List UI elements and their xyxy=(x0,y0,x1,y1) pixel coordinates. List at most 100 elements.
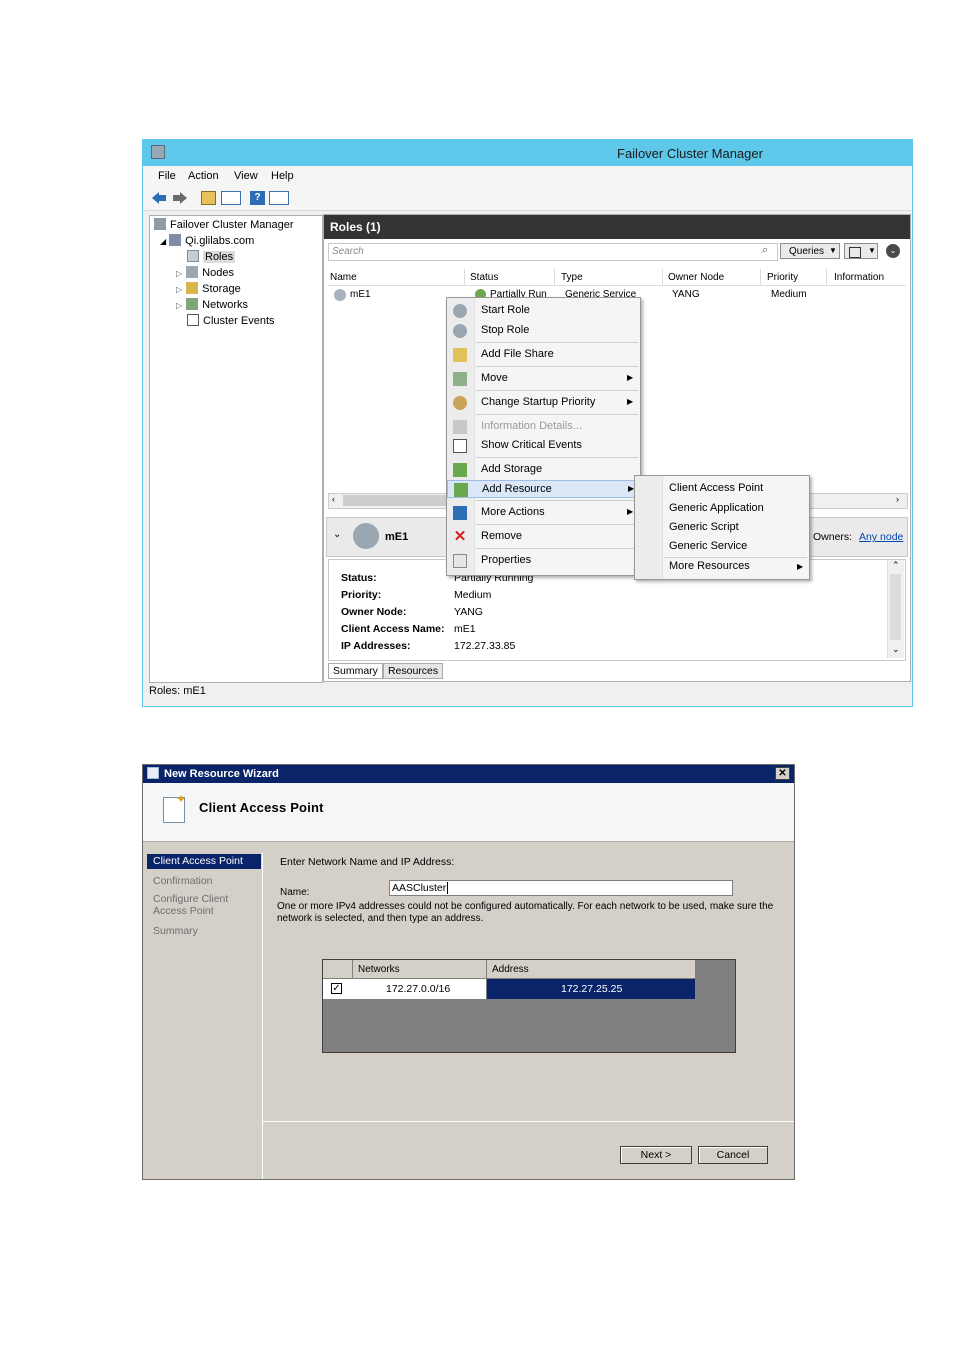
submenu-item-client-access-point[interactable]: Client Access Point xyxy=(669,482,763,494)
scroll-thumb[interactable] xyxy=(343,495,453,506)
column-header-row: Name Status Type Owner Node Priority Inf… xyxy=(328,269,906,286)
queries-button[interactable]: Queries ▼ xyxy=(780,243,840,259)
cancel-button[interactable]: Cancel xyxy=(698,1146,768,1164)
properties-icon xyxy=(453,554,467,568)
events-icon xyxy=(453,439,467,453)
scroll-thumb[interactable] xyxy=(890,574,901,640)
menu-gutter xyxy=(635,476,663,579)
tree-item-roles[interactable]: Roles xyxy=(187,250,236,266)
column-divider xyxy=(760,269,761,285)
menu-item-add-storage[interactable]: Add Storage xyxy=(447,461,640,479)
navigation-tree: Failover Cluster Manager ◢ Qi.glilabs.com… xyxy=(149,215,323,683)
wizard-header: ✦ Client Access Point xyxy=(143,783,794,842)
column-networks[interactable]: Networks xyxy=(358,964,400,975)
tree-cluster[interactable]: ◢ Qi.glilabs.com xyxy=(160,234,254,250)
column-type[interactable]: Type xyxy=(561,272,583,283)
menu-item-start-role[interactable]: Start Role xyxy=(447,302,640,320)
scroll-down-icon[interactable]: ⌄ xyxy=(892,644,900,655)
column-owner-node[interactable]: Owner Node xyxy=(668,272,724,283)
menu-view[interactable]: View xyxy=(234,170,258,182)
search-icon[interactable]: ⌕ xyxy=(761,244,767,257)
show-hide-tree-icon[interactable] xyxy=(221,191,241,205)
menu-file[interactable]: File xyxy=(158,170,176,182)
scroll-up-icon[interactable]: ⌃ xyxy=(892,560,900,571)
close-icon[interactable]: ✕ xyxy=(775,767,790,780)
collapse-chevron-icon[interactable]: ⌄ xyxy=(333,529,341,540)
cell-priority: Medium xyxy=(771,289,807,300)
step-configure-client-access-point[interactable]: Configure Client Access Point xyxy=(153,893,243,917)
scroll-right-icon[interactable]: › xyxy=(896,494,899,504)
submenu-item-generic-service[interactable]: Generic Service xyxy=(669,540,747,552)
submenu-item-more-resources[interactable]: More Resources xyxy=(669,560,750,572)
menu-help[interactable]: Help xyxy=(271,170,294,182)
column-divider xyxy=(352,960,353,978)
menu-item-show-critical-events[interactable]: Show Critical Events xyxy=(447,437,640,455)
collapsed-arrow-icon[interactable]: ▷ xyxy=(176,301,182,310)
forward-arrow-icon[interactable] xyxy=(172,191,188,208)
column-divider xyxy=(662,269,663,285)
column-divider xyxy=(554,269,555,285)
cell-owner-node: YANG xyxy=(672,289,700,300)
save-query-button[interactable]: ▼ xyxy=(844,243,878,259)
submenu-arrow-icon: ▶ xyxy=(627,507,634,516)
network-name-input[interactable]: AASCluster xyxy=(389,880,733,896)
wizard-steps-nav: Client Access Point Confirmation Configu… xyxy=(145,853,263,1179)
menu-item-properties[interactable]: Properties xyxy=(447,552,640,570)
detail-value: Medium xyxy=(454,589,492,601)
step-summary[interactable]: Summary xyxy=(153,925,198,937)
collapsed-arrow-icon[interactable]: ▷ xyxy=(176,285,182,294)
search-input[interactable]: Search ⌕ xyxy=(328,243,778,261)
detail-label: IP Addresses: xyxy=(341,640,411,652)
tree-item-storage[interactable]: ▷ Storage xyxy=(176,282,241,298)
column-name[interactable]: Name xyxy=(330,272,357,283)
menu-item-more-actions[interactable]: More Actions ▶ xyxy=(447,504,640,522)
menu-item-move[interactable]: Move ▶ xyxy=(447,370,640,388)
show-action-pane-icon[interactable] xyxy=(269,191,289,205)
menu-item-change-startup-priority[interactable]: Change Startup Priority ▶ xyxy=(447,394,640,412)
menu-item-stop-role[interactable]: Stop Role xyxy=(447,322,640,340)
add-resource-icon xyxy=(454,483,468,497)
step-client-access-point[interactable]: Client Access Point xyxy=(153,855,243,867)
help-icon[interactable]: ? xyxy=(250,191,265,205)
menu-item-add-file-share[interactable]: Add File Share xyxy=(447,346,640,364)
owners-link[interactable]: Any node xyxy=(859,531,903,543)
collapse-chevron-icon[interactable]: ⌄ xyxy=(886,244,900,258)
column-priority[interactable]: Priority xyxy=(767,272,798,283)
step-confirmation[interactable]: Confirmation xyxy=(153,875,213,887)
tree-item-nodes[interactable]: ▷ Nodes xyxy=(176,266,234,282)
table-row[interactable]: ✓ 172.27.0.0/16 172.27.25.25 xyxy=(323,979,695,999)
tree-item-networks[interactable]: ▷ Networks xyxy=(176,298,248,314)
column-information[interactable]: Information xyxy=(834,272,884,283)
menu-item-add-resource[interactable]: Add Resource ▶ xyxy=(447,480,640,498)
app-icon xyxy=(151,145,165,159)
tab-summary[interactable]: Summary xyxy=(328,663,383,679)
column-address[interactable]: Address xyxy=(492,964,529,975)
text-caret xyxy=(447,882,449,894)
menu-separator xyxy=(476,342,638,343)
tree-root[interactable]: Failover Cluster Manager xyxy=(154,218,294,234)
role-gear-icon xyxy=(334,289,346,301)
network-name-value: AASCluster xyxy=(392,882,447,894)
address-cell[interactable]: 172.27.25.25 xyxy=(487,979,695,999)
search-row: Search ⌕ Queries ▼ ▼ ⌄ xyxy=(328,243,908,261)
expand-arrow-icon[interactable]: ◢ xyxy=(160,237,166,246)
submenu-item-generic-script[interactable]: Generic Script xyxy=(669,521,739,533)
menu-action[interactable]: Action xyxy=(188,170,219,182)
menu-separator xyxy=(476,457,638,458)
tree-item-cluster-events[interactable]: Cluster Events xyxy=(187,314,275,330)
up-folder-icon[interactable] xyxy=(201,191,216,205)
next-button[interactable]: Next > xyxy=(620,1146,692,1164)
column-divider xyxy=(486,960,487,978)
menu-item-remove[interactable]: ✕ Remove xyxy=(447,528,640,546)
menu-item-information-details[interactable]: Information Details... xyxy=(447,418,640,436)
tab-resources[interactable]: Resources xyxy=(382,663,444,679)
network-checkbox[interactable]: ✓ xyxy=(331,983,342,994)
scroll-left-icon[interactable]: ‹ xyxy=(332,494,335,504)
column-status[interactable]: Status xyxy=(470,272,498,283)
name-label: Name: xyxy=(280,887,310,898)
submenu-item-generic-application[interactable]: Generic Application xyxy=(669,502,764,514)
back-arrow-icon[interactable] xyxy=(151,191,167,208)
column-divider xyxy=(826,269,827,285)
vertical-scrollbar[interactable]: ⌃ ⌄ xyxy=(887,560,904,658)
collapsed-arrow-icon[interactable]: ▷ xyxy=(176,269,182,278)
